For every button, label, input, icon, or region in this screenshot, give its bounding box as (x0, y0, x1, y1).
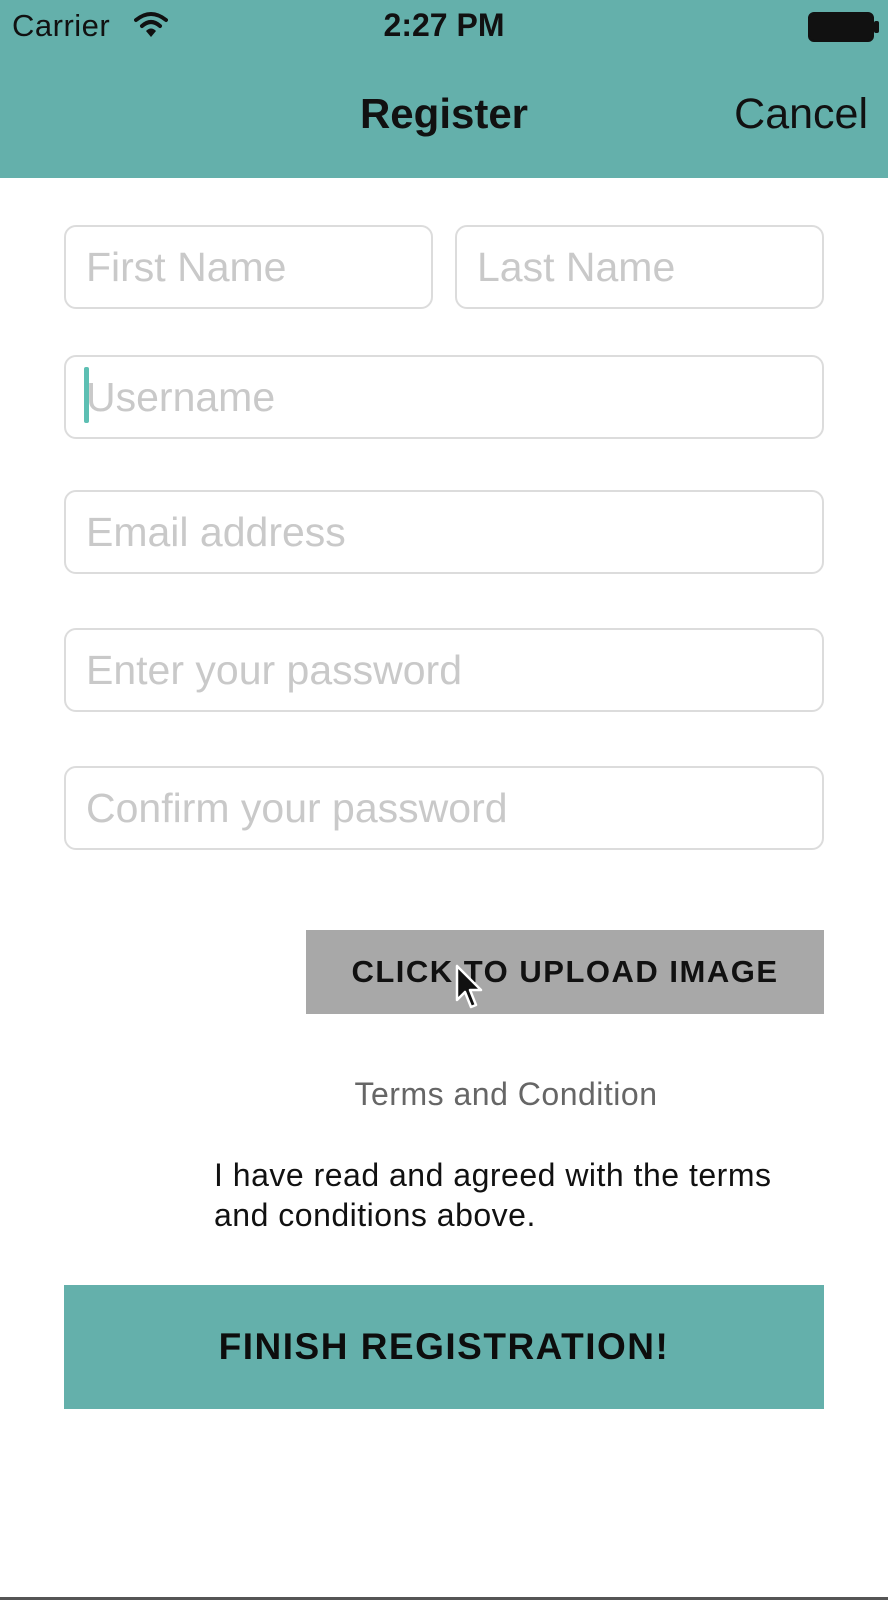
status-time: 2:27 PM (383, 7, 505, 43)
status-bar: Carrier 2:27 PM (0, 0, 888, 52)
last-name-field[interactable] (455, 225, 824, 309)
header-bar: Carrier 2:27 PM Register Cancel (0, 0, 888, 178)
username-field[interactable] (64, 355, 824, 439)
mouse-pointer-icon (455, 964, 483, 1009)
confirm-password-field[interactable] (64, 766, 824, 850)
text-caret (84, 367, 89, 423)
finish-registration-button[interactable]: FINISH REGISTRATION! (64, 1285, 824, 1409)
terms-and-condition-link[interactable]: Terms and Condition (306, 1076, 706, 1113)
first-name-field[interactable] (64, 225, 433, 309)
upload-image-label: CLICK TO UPLOAD IMAGE (351, 954, 779, 989)
battery-icon (808, 12, 879, 42)
finish-registration-label: FINISH REGISTRATION! (218, 1326, 670, 1367)
upload-image-button[interactable]: CLICK TO UPLOAD IMAGE (306, 930, 824, 1014)
password-field[interactable] (64, 628, 824, 712)
agree-terms-text: I have read and agreed with the terms an… (214, 1157, 772, 1233)
cancel-button[interactable]: Cancel (734, 90, 868, 139)
email-field[interactable] (64, 490, 824, 574)
